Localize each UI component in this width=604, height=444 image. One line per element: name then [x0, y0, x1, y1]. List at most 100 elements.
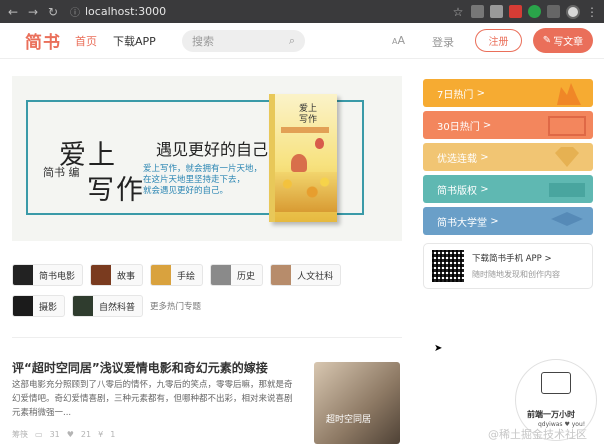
chevron-right-icon: > — [480, 151, 489, 163]
star-icon[interactable]: ☆ — [451, 5, 465, 19]
topic-thumbnail — [73, 296, 94, 316]
topic-thumbnail — [151, 265, 172, 285]
topic-label: 自然科普 — [99, 302, 136, 313]
chevron-right-icon: > — [476, 87, 485, 99]
extension-puzzle-icon[interactable] — [547, 5, 560, 18]
topic-row: 简书电影 故事 手绘 历史 人文社科 — [12, 264, 404, 286]
topic-thumbnail — [271, 265, 292, 285]
search-placeholder[interactable]: 搜索 — [192, 33, 214, 49]
login-link[interactable]: 登录 — [432, 34, 454, 50]
download-app-card[interactable]: 下载简书手机 APP > 随时随地发现和创作内容 — [423, 243, 593, 289]
banner-desc-line: 在这片天地里坚持走下去， — [143, 175, 246, 185]
article-thumbnail[interactable]: 超时空同居 — [314, 362, 400, 444]
board-university[interactable]: 简书大学堂 > — [423, 207, 593, 235]
reload-icon[interactable]: ↻ — [46, 5, 60, 19]
graduation-cap-icon — [551, 212, 583, 226]
topic-label: 故事 — [117, 271, 136, 282]
board-label: 7日热门 — [437, 89, 474, 101]
topic-thumbnail — [13, 265, 33, 285]
menu-kebab-icon[interactable]: ⋮ — [586, 5, 598, 19]
address-bar[interactable]: ⓘ localhost:3000 — [70, 3, 445, 20]
hero-banner[interactable]: 爱上 写作 遇见更好的自己 简书 编 爱上写作，就会拥有一片天地， 在这片天地里… — [12, 76, 402, 241]
site-logo[interactable]: 简书 — [25, 28, 75, 53]
banner-desc-line: 就会遇见更好的自己。 — [143, 186, 229, 196]
forward-icon[interactable]: → — [26, 5, 40, 19]
write-label: 写文章 — [553, 37, 584, 48]
board-label: 简书版权 — [437, 185, 477, 197]
write-article-button[interactable]: ✎ 写文章 — [533, 28, 593, 53]
comment-icon[interactable]: ▭ — [35, 430, 43, 439]
topic-label: 人文社科 — [297, 271, 334, 282]
extension-green-icon[interactable] — [528, 5, 541, 18]
topic-label: 历史 — [237, 271, 256, 282]
topic-row: 摄影 自然科普 更多热门专题 — [12, 295, 404, 317]
info-icon[interactable]: ⓘ — [70, 4, 80, 19]
extension-grey-icon[interactable] — [490, 5, 503, 18]
girl-illustration — [291, 154, 307, 172]
banner-editor: 简书 编 — [43, 166, 80, 179]
topic-item[interactable]: 摄影 — [12, 295, 66, 317]
topic-thumbnail — [211, 265, 232, 285]
book-cover-title: 爱上 写作 — [299, 104, 318, 125]
search-icon[interactable]: ⌕ — [289, 34, 295, 48]
comment-count: 31 — [49, 430, 60, 439]
article-abstract: 这部电影充分照顾到了八零后的情怀，九零后的笑点，零零后嘛，那就是奇幻爱情吧。奇幻… — [12, 380, 293, 418]
keyboard-icon — [549, 183, 585, 197]
url-text[interactable]: localhost:3000 — [85, 5, 166, 18]
article-meta: 筹筷 ▭ 31 ♥ 21 ¥1 — [12, 429, 115, 440]
board-30day-hot[interactable]: 30日热门 > — [423, 111, 593, 139]
topic-list: 简书电影 故事 手绘 历史 人文社科 摄影 自然科普 更多热门专题 — [12, 264, 404, 326]
topic-item[interactable]: 简书电影 — [12, 264, 84, 286]
hot-icon — [548, 116, 586, 136]
nav-download-app[interactable]: 下载APP — [113, 33, 156, 49]
chevron-right-icon: > — [480, 183, 489, 195]
register-button[interactable]: 注册 — [475, 29, 522, 52]
back-icon[interactable]: ← — [6, 5, 20, 19]
font-size-toggle[interactable]: AA — [392, 34, 405, 47]
qr-code-icon — [432, 250, 464, 282]
watermark: @稀土掘金技术社区 — [488, 428, 587, 441]
reward-count: 1 — [110, 430, 116, 439]
nav-home[interactable]: 首页 — [75, 33, 97, 49]
article-author[interactable]: 筹筷 — [12, 429, 28, 440]
extension-shield-icon[interactable] — [471, 5, 484, 18]
app-card-title: 下载简书手机 APP > — [472, 254, 552, 264]
widget-title: 前端一万小时 — [527, 410, 575, 419]
chevron-right-icon: > — [490, 215, 499, 227]
more-topics-link[interactable]: 更多热门专题 — [150, 295, 201, 317]
app-card-desc: 随时随地发现和创作内容 — [472, 270, 560, 279]
app-card-text: 下载简书手机 APP > 随时随地发现和创作内容 — [472, 252, 560, 280]
search-input[interactable]: 搜索 ⌕ — [182, 30, 305, 52]
thumbnail-text: 超时空同居 — [326, 415, 372, 425]
profile-avatar[interactable] — [566, 4, 580, 19]
browser-toolbar: ← → ↻ ⓘ localhost:3000 ☆ ⋮ — [0, 0, 604, 23]
robot-icon — [541, 372, 571, 394]
board-label: 优选连载 — [437, 153, 477, 165]
banner-desc-line: 爱上写作，就会拥有一片天地， — [143, 164, 263, 174]
book-cover-image: 爱上 写作 — [269, 94, 337, 222]
board-copyright[interactable]: 简书版权 > — [423, 175, 593, 203]
topic-item[interactable]: 故事 — [90, 264, 144, 286]
extension-red-icon[interactable] — [509, 5, 522, 18]
topic-item[interactable]: 历史 — [210, 264, 264, 286]
font-large-label: A — [397, 34, 406, 47]
banner-subtitle: 遇见更好的自己 — [156, 140, 269, 159]
balloon-illustration — [315, 138, 324, 149]
flame-icon — [557, 83, 581, 105]
article-title[interactable]: 评“超时空同居”浅议爱情电影和奇幻元素的嫁接 — [12, 359, 268, 376]
board-label: 简书大学堂 — [437, 217, 487, 229]
banner-description: 爱上写作，就会拥有一片天地， 在这片天地里坚持走下去， 就会遇见更好的自己。 — [143, 164, 262, 197]
topic-thumbnail — [91, 265, 112, 285]
board-label: 30日热门 — [437, 121, 480, 133]
board-7day-hot[interactable]: 7日热门 > — [423, 79, 593, 107]
site-header: 简书 首页 下载APP 搜索 ⌕ AA 登录 注册 ✎ 写文章 — [0, 23, 604, 59]
book-band — [281, 127, 329, 133]
topic-item[interactable]: 自然科普 — [72, 295, 144, 317]
board-serial[interactable]: 优选连载 > — [423, 143, 593, 171]
topic-label: 摄影 — [39, 302, 58, 313]
heart-icon: ♥ — [66, 430, 74, 439]
pen-icon: ✎ — [542, 35, 552, 46]
topic-item[interactable]: 人文社科 — [270, 264, 342, 286]
topic-thumbnail — [13, 296, 33, 316]
topic-item[interactable]: 手绘 — [150, 264, 204, 286]
